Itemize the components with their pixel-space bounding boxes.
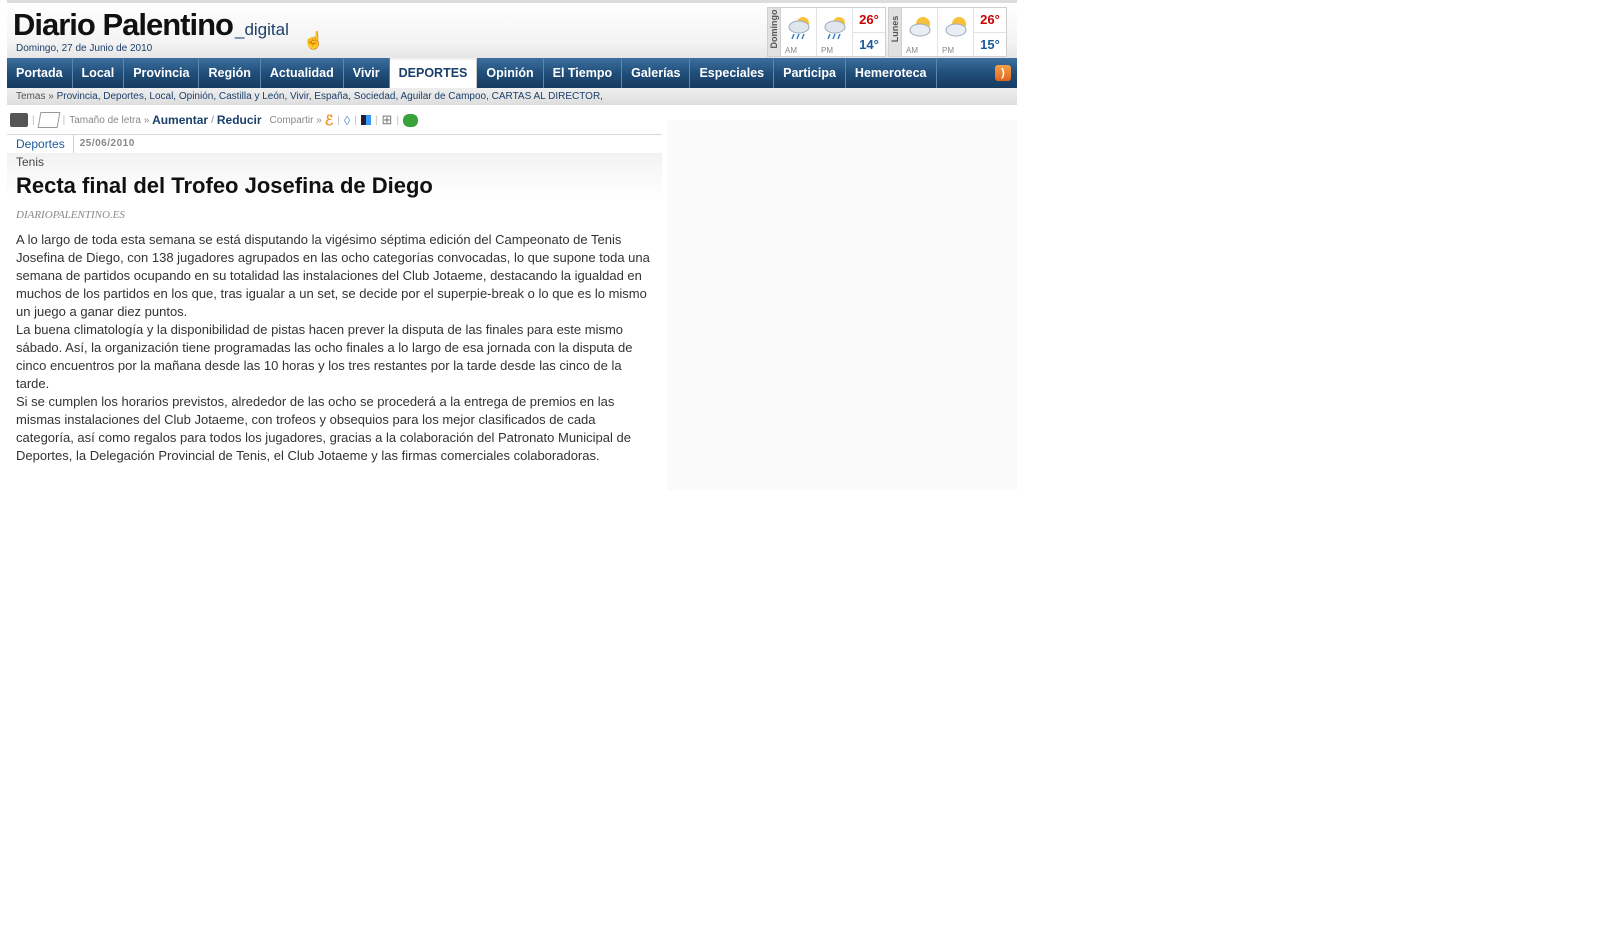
article-paragraph: Si se cumplen los horarios previstos, al… (16, 394, 631, 463)
share-drop-icon[interactable]: ◊ (344, 113, 350, 128)
weather-am-label: AM (785, 46, 797, 55)
article-source: DIARIOPALENTINO.ES (16, 209, 125, 221)
site-logo[interactable]: Diario Palentino _digital (13, 7, 289, 43)
hand-cursor-icon: ☝ (303, 31, 325, 50)
nav-item-especiales[interactable]: Especiales (690, 58, 775, 88)
nav-item-vivir[interactable]: Vivir (344, 58, 390, 88)
weather-temps: 26° 14° (853, 8, 885, 56)
weather-pm-cell: PM (817, 8, 853, 56)
logo-suffix: _digital (234, 20, 289, 39)
header-date: Domingo, 27 de Junio de 2010 (16, 43, 153, 54)
temp-low: 14° (859, 37, 879, 52)
temp-low: 15° (980, 37, 1000, 52)
nav-item-galerias[interactable]: Galerías (622, 58, 691, 88)
temp-high: 26° (853, 8, 885, 33)
weather-day-label: Domingo (769, 9, 779, 49)
nav-item-el-tiempo[interactable]: El Tiempo (544, 58, 623, 88)
site-header: Diario Palentino _digital ☝ Domingo, 27 d… (7, 0, 1017, 58)
section-link[interactable]: Deportes (7, 135, 74, 153)
topics-label: Temas » (16, 91, 54, 102)
nav-item-provincia[interactable]: Provincia (124, 58, 200, 88)
article: Deportes 25/06/2010 Tenis Recta final de… (7, 135, 662, 465)
logo-main: Diario Palentino (13, 7, 234, 42)
nav-item-local[interactable]: Local (73, 58, 125, 88)
nav-item-participa[interactable]: Participa (774, 58, 846, 88)
decrease-font-button[interactable]: Reducir (217, 113, 262, 127)
nav-item-portada[interactable]: Portada (7, 58, 73, 88)
share-tuenti-icon[interactable] (403, 113, 419, 127)
rain-cloud-icon (788, 17, 810, 40)
share-label: Compartir » (269, 114, 322, 126)
article-meta: Deportes 25/06/2010 (7, 135, 662, 153)
weather-am-cell: AM (902, 8, 938, 56)
share-delicious-icon[interactable] (360, 115, 371, 125)
article-head: Tenis Recta final del Trofeo Josefina de… (7, 153, 662, 199)
partly-cloudy-icon (945, 17, 967, 37)
weather-pm-label: PM (821, 46, 833, 55)
blank-sidebar (667, 120, 1017, 490)
article-body: A lo largo de toda esta semana se está d… (7, 231, 656, 465)
weather-am-cell: AM (781, 8, 817, 56)
article-paragraph: La buena climatología y la disponibilida… (16, 322, 633, 391)
weather-pm-cell: PM (938, 8, 974, 56)
nav-item-region[interactable]: Región (199, 58, 261, 88)
nav-item-hemeroteca[interactable]: Hemeroteca (846, 58, 937, 88)
weather-temps: 26° 15° (974, 8, 1006, 56)
email-icon[interactable] (37, 112, 61, 128)
topics-links[interactable]: Provincia, Deportes, Local, Opinión, Cas… (57, 91, 603, 102)
weather-pm-label: PM (942, 46, 954, 55)
publish-date: 25/06/2010 (79, 138, 135, 149)
temp-high: 26° (974, 8, 1006, 33)
topics-bar: Temas » Provincia, Deportes, Local, Opin… (7, 88, 1017, 105)
rain-cloud-icon (824, 17, 846, 40)
rss-icon[interactable]: ) (995, 65, 1011, 81)
weather-am-label: AM (906, 46, 918, 55)
partly-cloudy-icon (909, 17, 931, 37)
article-title: Recta final del Trofeo Josefina de Diego (16, 173, 433, 198)
font-size-label: Tamaño de letra » (69, 114, 150, 126)
share-digg-icon[interactable]: ⊞ (382, 112, 393, 128)
nav-item-actualidad[interactable]: Actualidad (261, 58, 344, 88)
page: Diario Palentino _digital ☝ Domingo, 27 d… (7, 0, 1017, 490)
article-tools: | | Tamaño de letra » Aumentar / Reducir… (10, 108, 419, 132)
main-nav: Portada Local Provincia Región Actualida… (7, 58, 1017, 88)
increase-font-button[interactable]: Aumentar (152, 113, 208, 127)
article-kicker: Tenis (16, 155, 45, 169)
print-icon[interactable] (10, 113, 28, 127)
nav-item-opinion[interactable]: Opinión (477, 58, 544, 88)
article-paragraph: A lo largo de toda esta semana se está d… (16, 232, 650, 319)
weather-day: Domingo AM PM 26° 14° (767, 7, 886, 57)
font-separator: / (211, 114, 214, 126)
nav-item-deportes[interactable]: DEPORTES (389, 58, 478, 88)
weather-day: Lunes AM PM 26° 15° (888, 7, 1007, 57)
weather-day-label: Lunes (890, 15, 900, 43)
weather-widget: Domingo AM PM 26° 14° Lunes AM PM 26° 15… (767, 7, 1009, 57)
share-meneame-icon[interactable]: ℰ (325, 112, 333, 129)
